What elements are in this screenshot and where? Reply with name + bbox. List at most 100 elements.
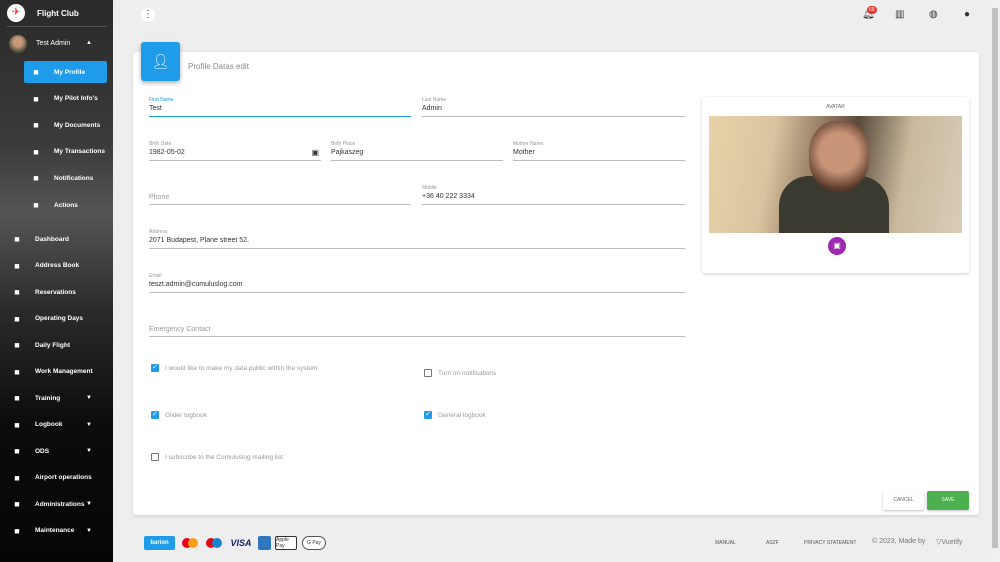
calendar-icon: ■ — [14, 287, 20, 297]
value: +36 40 222 3334 — [422, 193, 475, 200]
checkbox-checked-icon[interactable]: ✓ — [424, 411, 432, 419]
sidebar-item-my-profile[interactable]: ■ My Profile — [24, 61, 107, 83]
sidebar-item-label: Notifications — [54, 174, 94, 182]
sidebar-item-reservations[interactable]: ■ Reservations — [5, 281, 107, 303]
bell-icon: ■ — [33, 173, 39, 184]
value: 2071 Budapest, Plane street 52. — [149, 237, 250, 244]
sidebar-item-label: Training — [35, 394, 61, 402]
sidebar-item-dashboard[interactable]: ■ Dashboard — [5, 228, 107, 250]
visa-logo: VISA — [230, 538, 252, 548]
value: Test — [149, 105, 162, 112]
sidebar-item-address-book[interactable]: ■ Address Book — [5, 255, 107, 277]
timer-icon: ■ — [14, 340, 20, 350]
sidebar-item-training[interactable]: ■ Training ▼ — [5, 387, 107, 409]
sidebar-item-administrations[interactable]: ■ Administrations ▼ — [5, 493, 107, 515]
sidebar-item-operating-days[interactable]: ■ Operating Days — [5, 308, 107, 330]
sidebar-item-label: Airport operations — [35, 474, 92, 481]
upload-avatar-button[interactable]: ▣ — [828, 237, 846, 255]
value: Admin — [422, 105, 442, 112]
vuetify-label: Vuetify — [941, 539, 963, 546]
cart-icon: ■ — [14, 366, 20, 377]
dashboard-icon: ■ — [14, 234, 20, 244]
gear-icon: ■ — [14, 499, 20, 509]
more-menu-icon[interactable]: ⋮ — [141, 8, 155, 22]
checkbox-checked-icon[interactable]: ✓ — [151, 411, 159, 419]
sidebar-item-my-pilot-info-s[interactable]: ■ My Pilot Info's — [24, 88, 107, 110]
sidebar-item-daily-flight[interactable]: ■ Daily Flight — [5, 334, 107, 356]
chevron-down-icon: ▼ — [86, 501, 92, 507]
sidebar-item-label: Daily Flight — [35, 341, 71, 349]
sidebar-item-notifications[interactable]: ■ Notifications — [24, 167, 107, 189]
emergency-contact-field[interactable]: Emergency Contact — [149, 317, 685, 337]
sidebar-item-label: Work Management — [35, 368, 93, 375]
last-name-field[interactable]: Last Name Admin — [422, 97, 685, 117]
cash-icon: ■ — [33, 146, 39, 157]
account-icon[interactable]: ● — [964, 9, 970, 20]
building-icon[interactable]: ▥ — [895, 9, 904, 20]
gear-icon: ■ — [33, 200, 39, 210]
label: Glider logbook — [165, 411, 207, 419]
label: Turn on notifications — [438, 369, 497, 377]
sidebar-item-airport-operations[interactable]: ■ Airport operations — [5, 467, 107, 489]
privacy-statement-link[interactable]: PRIVACY STATEMENT — [804, 540, 856, 546]
barion-logo: barion — [144, 536, 175, 550]
save-button[interactable]: SAVE — [927, 491, 969, 510]
sidebar-item-my-transactions[interactable]: ■ My Transactions — [24, 141, 107, 163]
user-name[interactable]: Test Admin — [36, 40, 70, 47]
notifications-checkbox[interactable]: Turn on notifications — [424, 369, 496, 377]
globe-icon[interactable]: ◍ — [929, 9, 938, 20]
sidebar: ✈ Flight Club Test Admin ▲ ■ My Profile ■ M… — [0, 0, 113, 562]
cancel-button[interactable]: CANCEL — [883, 491, 924, 510]
chevron-down-icon: ▼ — [86, 527, 92, 534]
general-logbook-checkbox[interactable]: ✓ General logbook — [424, 411, 486, 419]
sidebar-item-label: Operating Days — [35, 315, 84, 322]
mailing-list-checkbox[interactable]: I subscribe to the Cumuluslog mailing li… — [151, 453, 283, 461]
chevron-down-icon: ▼ — [86, 448, 92, 454]
sidebar-item-label: Logbook — [35, 421, 63, 428]
email-field[interactable]: Email teszt.admin@cumuluslog.com — [149, 273, 685, 293]
aszf-link[interactable]: ASZF — [766, 540, 779, 546]
manual-link[interactable]: MANUAL — [715, 540, 736, 546]
calendar-icon[interactable]: ▣ — [311, 148, 319, 157]
birth-place-field[interactable]: Birth Place Pajkaszeg — [331, 141, 503, 161]
sidebar-item-logbook[interactable]: ■ Logbook ▼ — [5, 414, 107, 436]
sidebar-item-work-management[interactable]: ■ Work Management — [5, 361, 107, 383]
sidebar-item-ods[interactable]: ■ ODS ▼ — [5, 440, 107, 462]
google-pay-logo: G Pay — [302, 536, 326, 550]
placeholder: Emergency Contact — [149, 326, 211, 333]
chevron-down-icon: ▼ — [86, 395, 92, 401]
checkbox-unchecked-icon[interactable] — [151, 453, 159, 461]
public-data-checkbox[interactable]: ✓ I would like to make my data public wit… — [151, 364, 317, 372]
sidebar-item-label: Maintenance — [35, 527, 75, 534]
club-logo: ✈ — [7, 4, 25, 22]
sidebar-item-label: Actions — [54, 201, 78, 209]
mobile-field[interactable]: Mobile +36 40 222 3334 — [422, 185, 685, 205]
mother-name-field[interactable]: Mother Name Mother — [513, 141, 685, 161]
label: Birth Date — [149, 141, 172, 147]
sidebar-item-maintenance[interactable]: ■ Maintenance ▼ — [5, 520, 107, 542]
sidebar-item-label: Dashboard — [35, 235, 69, 243]
address-field[interactable]: Address 2071 Budapest, Plane street 52. — [149, 229, 685, 249]
scrollbar[interactable] — [990, 0, 1000, 562]
glider-logbook-checkbox[interactable]: ✓ Glider logbook — [151, 411, 207, 419]
sidebar-item-actions[interactable]: ■ Actions — [24, 194, 107, 216]
phone-field[interactable]: Phone — [149, 185, 411, 205]
value: Mother — [513, 149, 535, 156]
checkbox-unchecked-icon[interactable] — [424, 369, 432, 377]
first-name-field[interactable]: First Name Test — [149, 97, 411, 117]
vuetify-link[interactable]: ▽Vuetify — [936, 538, 963, 546]
mastercard-logo — [179, 536, 201, 550]
scrollbar-thumb[interactable] — [992, 8, 998, 548]
person-icon: ■ — [33, 67, 39, 77]
label: I subscribe to the Cumuluslog mailing li… — [165, 453, 283, 461]
birth-date-field[interactable]: Birth Date 1982-05-02 ▣ — [149, 141, 321, 161]
chevron-up-icon[interactable]: ▲ — [86, 40, 92, 46]
airport-icon: ■ — [14, 472, 20, 483]
checkbox-checked-icon[interactable]: ✓ — [151, 364, 159, 372]
brand-name: Flight Club — [37, 9, 79, 18]
sidebar-item-my-documents[interactable]: ■ My Documents — [24, 114, 107, 136]
label: First Name — [149, 97, 174, 103]
avatar-image — [709, 116, 962, 233]
book-icon: ■ — [14, 419, 20, 430]
avatar[interactable] — [9, 35, 27, 53]
